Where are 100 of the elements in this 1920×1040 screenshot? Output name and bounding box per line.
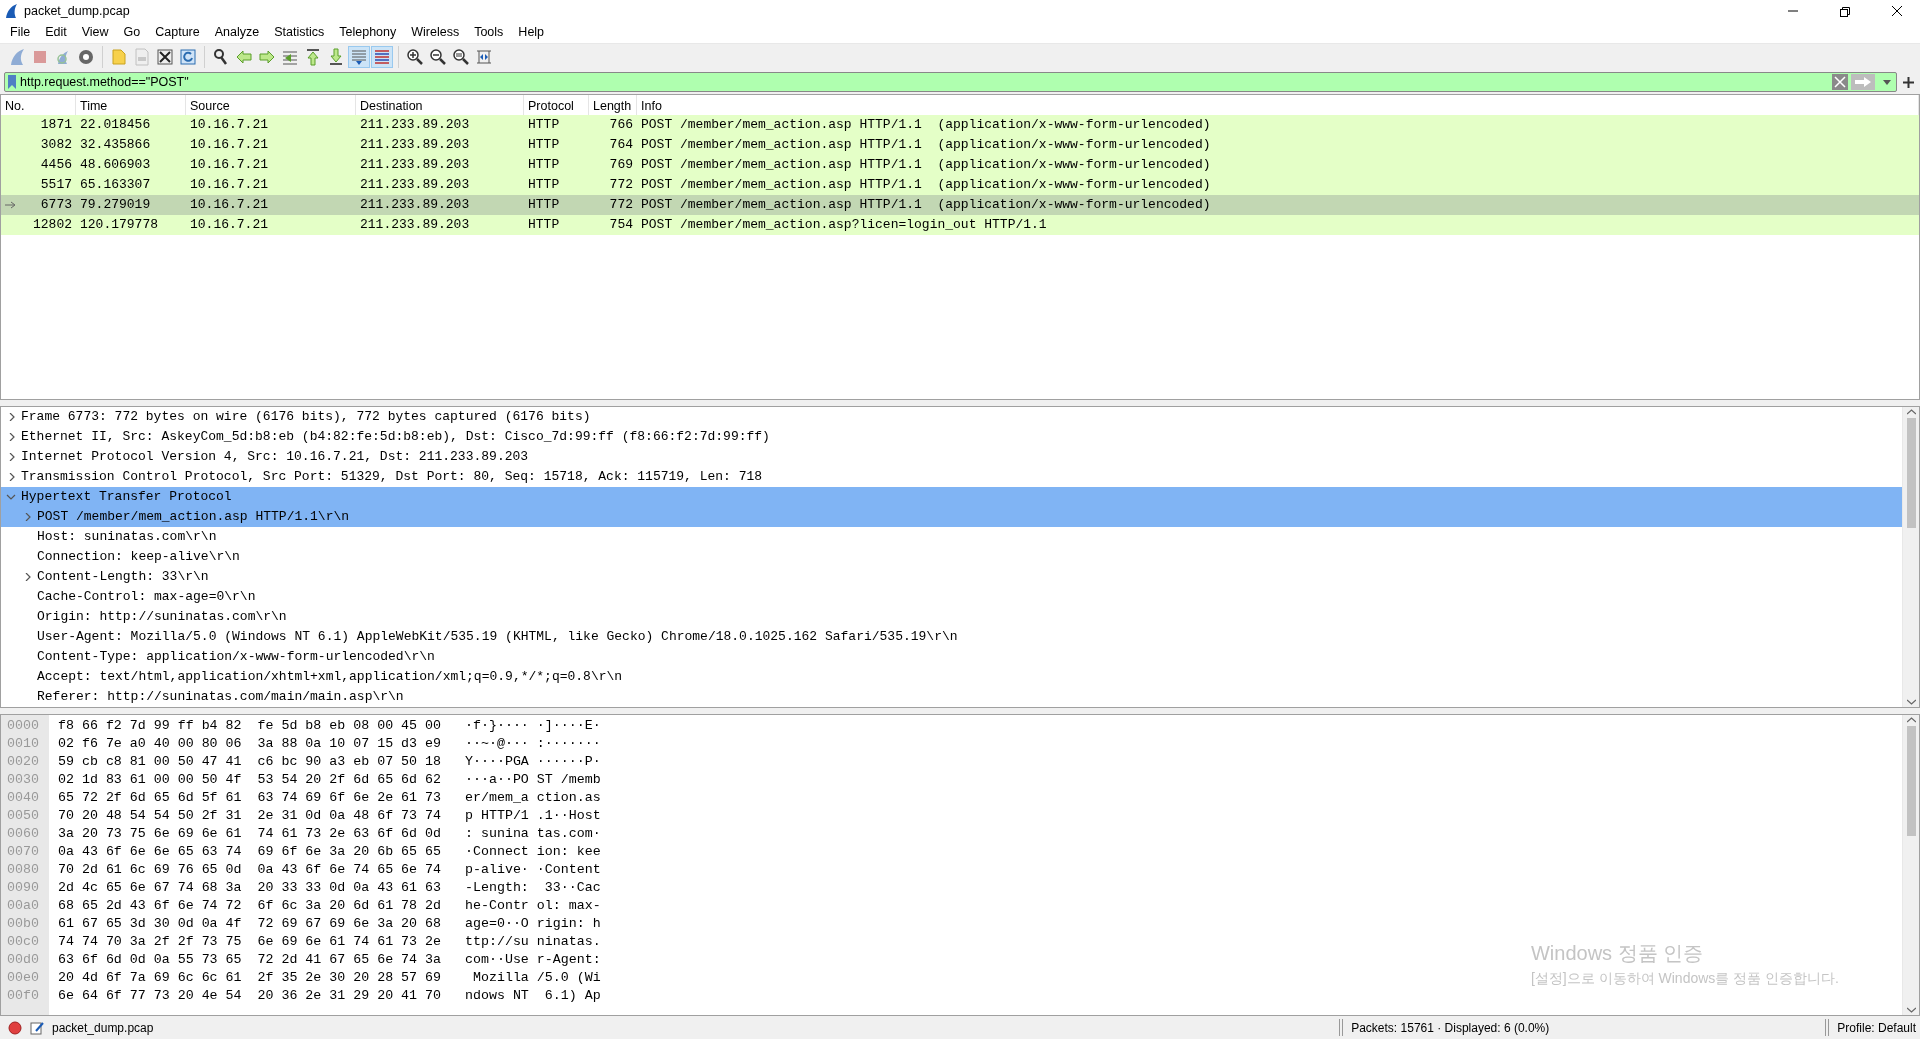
tree-item[interactable]: Content-Length: 33\r\n — [37, 567, 209, 587]
resize-columns-icon — [475, 48, 493, 66]
add-button[interactable] — [1903, 74, 1914, 90]
expand-icon[interactable] — [7, 473, 15, 481]
byte-offset: 00a0 — [6, 897, 40, 915]
table-cell-text: 766 — [608, 116, 634, 134]
byte-offset: 00e0 — [6, 969, 40, 987]
packet-count: Packets: 15761 · Displayed: 6 (0.0%) — [1351, 1019, 1550, 1037]
packet-row[interactable]: 1871 22.018456 10.16.7.21 211.233.89.203 HTTP 766 POST /member/mem_action.asp HTTP/1.1 (application/x-www-form-urlencoded) — [1, 115, 1919, 135]
clear-button[interactable] — [1832, 74, 1848, 90]
scrollbar[interactable] — [1902, 407, 1919, 707]
menu-item[interactable]: View — [75, 23, 118, 42]
menu-item[interactable]: File — [4, 23, 40, 42]
bookmark-icon[interactable] — [7, 74, 17, 90]
table-cell-text: 5517 — [40, 176, 72, 194]
hex-bytes: 59 cb c8 81 00 50 47 41 c6 bc 90 a3 eb 07 50 18 — [58, 753, 441, 771]
packet-row[interactable]: 6773 79.279019 10.16.7.21 211.233.89.203 HTTP 772 POST /member/mem_action.asp HTTP/1.1 (application/x-www-form-urlencoded) — [1, 195, 1919, 215]
menu-item[interactable]: Statistics — [268, 23, 334, 42]
ascii-bytes: Mozilla /5.0 (Wi — [472, 969, 601, 987]
menu-item[interactable]: Telephony — [333, 23, 406, 42]
table-cell-text: 1871 — [40, 116, 72, 134]
hex-bytes: 61 67 65 3d 30 0d 0a 4f 72 69 67 69 6e 3a 20 68 — [58, 915, 441, 933]
table-cell-text: 32.435866 — [79, 136, 152, 154]
hex-bytes: 2d 4c 65 6e 67 74 68 3a 20 33 33 0d 0a 43 61 63 — [58, 879, 441, 897]
scrollbar[interactable] — [1902, 715, 1919, 1015]
hex-bytes: 6e 64 6f 77 73 20 4e 54 20 36 2e 31 29 20 41 70 — [58, 987, 441, 1005]
tree-item[interactable]: User-Agent: Mozilla/5.0 (Windows NT 6.1) AppleWebKit/535.19 (KHTML, like Gecko) Chrome/18.0.1025.162 Safari/535.19\r\n — [37, 627, 958, 647]
byte-offset: 0000 — [6, 717, 40, 735]
search-icon — [212, 48, 230, 66]
tree-item[interactable]: Ethernet II, Src: AskeyCom_5d:b8:eb (b4:82:fe:5d:b8:eb), Dst: Cisco_7d:99:ff (f8:66:f2:7d:99:ff) — [21, 427, 770, 447]
hex-bytes: 70 2d 61 6c 69 76 65 0d 0a 43 6f 6e 74 65 6e 74 — [58, 861, 441, 879]
table-cell-text: HTTP — [527, 156, 561, 174]
hex-bytes: 20 4d 6f 7a 69 6c 6c 61 2f 35 2e 30 20 28 57 69 — [58, 969, 441, 987]
gear-icon — [77, 48, 95, 66]
tree-item[interactable]: Accept: text/html,application/xhtml+xml,application/xml;q=0.9,*/*;q=0.8\r\n — [37, 667, 623, 687]
scrollbar-thumb[interactable] — [1906, 726, 1916, 836]
file-icon — [133, 48, 151, 66]
filter-field[interactable]: http.request.method=="POST" — [4, 72, 1897, 92]
byte-offset: 0050 — [6, 807, 40, 825]
plus-icon — [1903, 76, 1914, 88]
hex-bytes: 68 65 2d 43 6f 6e 74 72 6f 6c 3a 20 6d 61 78 2d — [58, 897, 441, 915]
collapse-icon[interactable] — [6, 493, 16, 501]
menu-item[interactable]: Go — [117, 23, 150, 42]
scrollbar-thumb[interactable] — [1906, 418, 1916, 528]
tree-item[interactable]: Referer: http://suninatas.com/main/main.asp\r\n — [37, 687, 404, 707]
expand-icon[interactable] — [23, 513, 31, 521]
table-cell-text: 211.233.89.203 — [359, 136, 471, 154]
status-dot-icon[interactable] — [8, 1020, 22, 1035]
byte-offset: 00f0 — [6, 987, 40, 1005]
ascii-bytes: ttp://su ninatas. — [465, 933, 601, 951]
profile-label[interactable]: Profile: Default — [1837, 1018, 1920, 1037]
zoom-in-icon — [406, 48, 424, 66]
tree-item[interactable]: Transmission Control Protocol, Src Port: 51329, Dst Port: 80, Seq: 15718, Ack: 115719, Len: 718 — [21, 467, 763, 487]
expand-icon[interactable] — [7, 413, 15, 421]
packet-row[interactable]: 12802 120.179778 10.16.7.21 211.233.89.203 HTTP 754 POST /member/mem_action.asp?licen=login_out HTTP/1.1 — [1, 215, 1919, 235]
menu-item[interactable]: Capture — [149, 23, 209, 42]
menu-item[interactable]: Tools — [468, 23, 513, 42]
colored-lines-icon — [373, 48, 391, 66]
packet-row[interactable]: 3082 32.435866 10.16.7.21 211.233.89.203 HTTP 764 POST /member/mem_action.asp HTTP/1.1 (application/x-www-form-urlencoded) — [1, 135, 1919, 155]
ascii-bytes: com··Use r-Agent: — [465, 951, 601, 969]
byte-offset: 0020 — [6, 753, 40, 771]
expand-icon[interactable] — [23, 573, 31, 581]
table-cell-text: HTTP — [527, 136, 561, 154]
tree-item[interactable]: Origin: http://suninatas.com\r\n — [37, 607, 287, 627]
table-cell-text: 772 — [608, 196, 634, 214]
tree-item[interactable]: Hypertext Transfer Protocol — [21, 487, 232, 507]
clear-icon — [1832, 74, 1848, 90]
tree-item[interactable]: Connection: keep-alive\r\n — [37, 547, 240, 567]
tree-item[interactable]: Content-Type: application/x-www-form-urlencoded\r\n — [37, 647, 435, 667]
menu-item[interactable]: Analyze — [208, 23, 269, 42]
down-arrow-icon — [327, 48, 345, 66]
table-cell-text: 10.16.7.21 — [189, 176, 269, 194]
expand-icon[interactable] — [7, 453, 15, 461]
tree-item[interactable]: Cache-Control: max-age=0\r\n — [37, 587, 256, 607]
hex-bytes: 02 1d 83 61 00 00 50 4f 53 54 20 2f 6d 65 6d 62 — [58, 771, 441, 789]
tree-item[interactable]: Host: suninatas.com\r\n — [37, 527, 217, 547]
expand-icon[interactable] — [7, 433, 15, 441]
table-cell-text: POST /member/mem_action.asp HTTP/1.1 (application/x-www-form-urlencoded) — [640, 156, 1212, 174]
hex-bytes: 0a 43 6f 6e 6e 65 63 74 69 6f 6e 3a 20 6b 65 65 — [58, 843, 441, 861]
table-cell-text: 10.16.7.21 — [189, 196, 269, 214]
zoom-out-icon — [429, 48, 447, 66]
tree-item[interactable]: Frame 6773: 772 bytes on wire (6176 bits), 772 bytes captured (6176 bits) — [21, 407, 591, 427]
activation-message: [설정]으로 이동하여 Windows를 정품 인증합니다. — [1530, 969, 1839, 988]
hex-bytes: 63 6f 6d 0d 0a 55 73 65 72 2d 41 67 65 6e 74 3a — [58, 951, 441, 969]
menu-item[interactable]: Wireless — [405, 23, 469, 42]
tree-item[interactable]: POST /member/mem_action.asp HTTP/1.1\r\n — [37, 507, 350, 527]
menu-item[interactable]: Help — [512, 23, 554, 42]
packet-row[interactable]: 4456 48.606903 10.16.7.21 211.233.89.203 HTTP 769 POST /member/mem_action.asp HTTP/1.1 (application/x-www-form-urlencoded) — [1, 155, 1919, 175]
packet-row[interactable]: 5517 65.163307 10.16.7.21 211.233.89.203 HTTP 772 POST /member/mem_action.asp HTTP/1.1 (application/x-www-form-urlencoded) — [1, 175, 1919, 195]
pencil-icon[interactable] — [30, 1020, 44, 1035]
table-cell-text: 764 — [608, 136, 634, 154]
table-cell-text: HTTP — [527, 216, 561, 234]
up-caret-icon — [1906, 717, 1916, 723]
ascii-bytes: ·f·}···· ·]····E· — [465, 717, 601, 735]
toolbar-button[interactable] — [154, 46, 176, 68]
jump-icon — [281, 48, 299, 66]
ascii-bytes: ·Connect ion: kee — [465, 843, 601, 861]
table-cell-text: 48.606903 — [79, 156, 152, 174]
menu-item[interactable]: Edit — [39, 23, 76, 42]
tree-item[interactable]: Internet Protocol Version 4, Src: 10.16.7.21, Dst: 211.233.89.203 — [21, 447, 529, 467]
